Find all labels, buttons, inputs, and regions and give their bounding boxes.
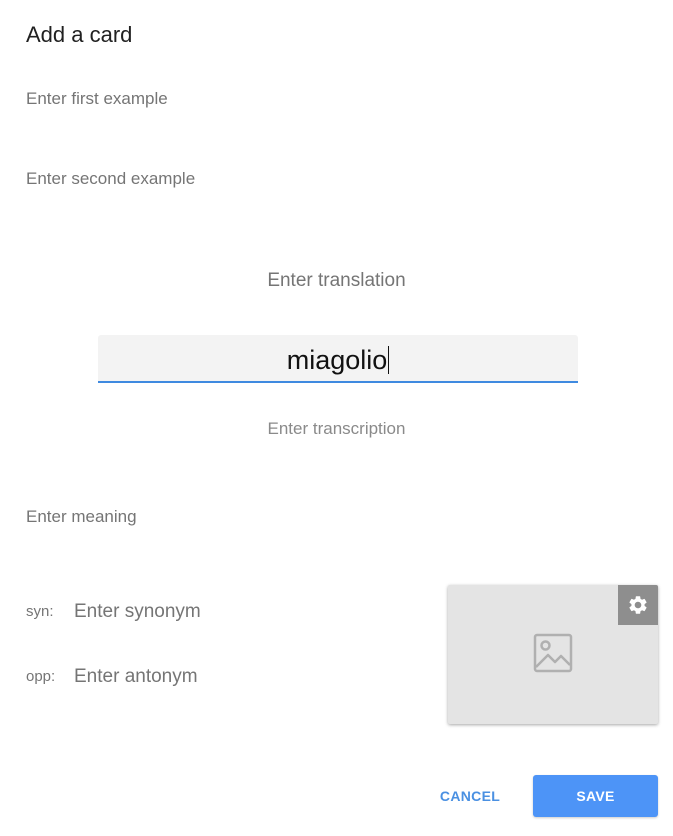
save-button[interactable]: SAVE [533,775,658,817]
gear-icon [629,596,647,614]
text-caret [388,346,390,374]
synonym-label: syn: [26,603,54,620]
synonym-field[interactable]: Enter synonym [74,601,201,623]
second-example-field[interactable]: Enter second example [26,168,195,190]
card-image-area[interactable] [448,585,658,724]
add-card-dialog: Add a card Enter first example Enter sec… [0,0,673,836]
first-example-field[interactable]: Enter first example [26,88,168,110]
word-input[interactable]: miagolio [98,335,578,383]
antonym-field[interactable]: Enter antonym [74,666,198,688]
word-text: miagolio [286,345,388,375]
meaning-field[interactable]: Enter meaning [26,506,137,528]
antonym-label: opp: [26,668,56,685]
transcription-field[interactable]: Enter transcription [0,418,673,440]
dialog-title: Add a card [26,22,133,47]
translation-field[interactable]: Enter translation [0,270,673,292]
image-settings-button[interactable] [618,585,658,625]
word-input-value: miagolio [98,345,578,375]
image-placeholder-icon [533,633,573,673]
cancel-button[interactable]: CANCEL [430,776,510,816]
